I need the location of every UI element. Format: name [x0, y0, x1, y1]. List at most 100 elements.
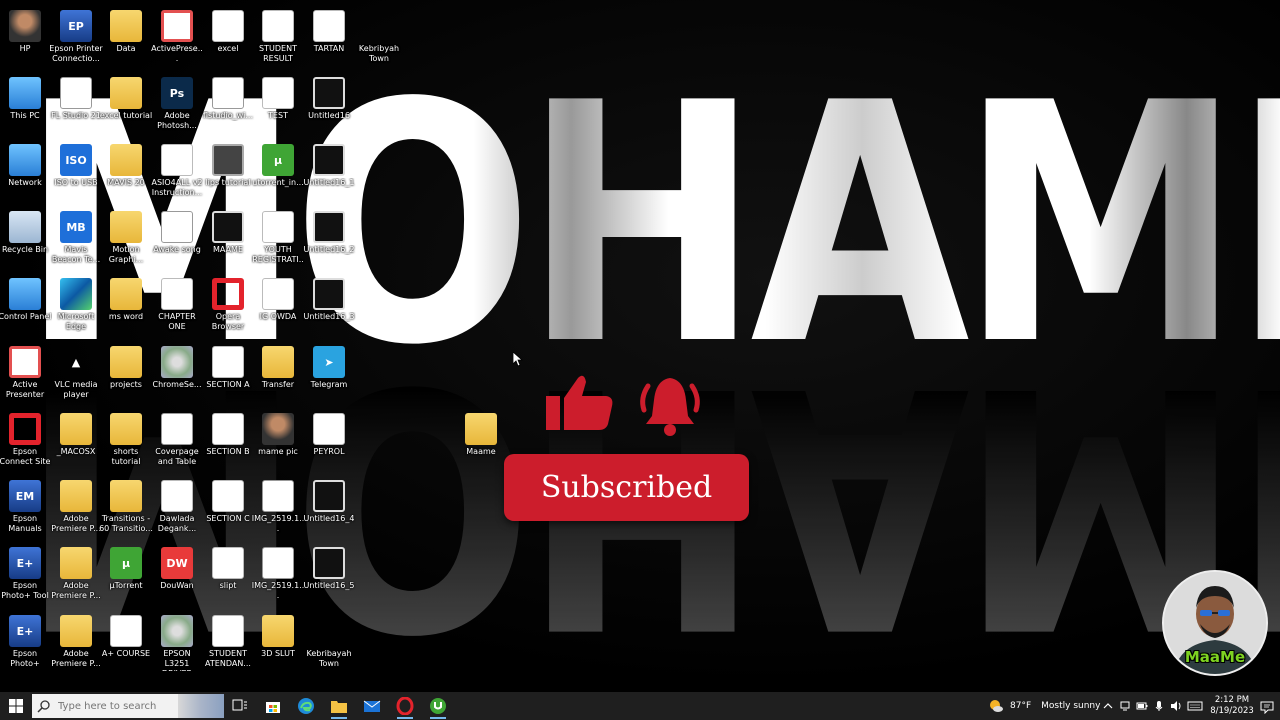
- word-icon: W: [161, 480, 193, 512]
- taskbar-file-explorer[interactable]: [323, 692, 355, 720]
- microphone-icon[interactable]: [1153, 700, 1165, 712]
- desktop-icon-adobe-premiere-p[interactable]: Adobe Premiere P...: [49, 543, 103, 609]
- desktop-icon-maame[interactable]: MAAME: [201, 207, 255, 273]
- desktop-icon-vlc-media-player[interactable]: ▲ VLC media player: [49, 342, 103, 408]
- desktop-icon-data[interactable]: Data: [99, 6, 153, 72]
- subscribe-button[interactable]: Subscribed: [504, 454, 749, 521]
- desktop-icon-epson-photo[interactable]: E+ Epson Photo+: [0, 611, 52, 677]
- desktop-icon-mame-pic[interactable]: mame pic: [251, 409, 305, 475]
- desktop-icon-test[interactable]: W TEST: [251, 73, 305, 139]
- bell-icon[interactable]: [634, 372, 706, 442]
- desktop[interactable]: MOHAMED MOHAMED HPEPEpson Printer Connec…: [0, 0, 1280, 692]
- desktop-icon-a-course[interactable]: PDF A+ COURSE: [99, 611, 153, 677]
- desktop-icon-untitled16-5[interactable]: Untitled16_5: [302, 543, 356, 609]
- desktop-icon-adobe-premiere-p[interactable]: Adobe Premiere P...: [49, 611, 103, 677]
- start-button[interactable]: [0, 692, 32, 720]
- taskbar-utorrent[interactable]: [422, 692, 454, 720]
- taskbar-app-store[interactable]: [257, 692, 289, 720]
- desktop-icon-student-result[interactable]: X STUDENT RESULT: [251, 6, 305, 72]
- desktop-icon-label: Transitions - 60 Transitio...: [99, 514, 153, 533]
- desktop-icon-untitled16[interactable]: Untitled16: [302, 73, 356, 139]
- desktop-icon-untitled16-4[interactable]: Untitled16_4: [302, 476, 356, 542]
- desktop-icon-activeprese[interactable]: a ActivePrese...: [150, 6, 204, 72]
- network-icon[interactable]: [1119, 700, 1131, 712]
- desktop-icon-transfer[interactable]: Transfer: [251, 342, 305, 408]
- desktop-icon-fl-studio-21[interactable]: FL FL Studio 21: [49, 73, 103, 139]
- desktop-icon-epson-l3251-driver[interactable]: EPSON L3251 DRIVER: [150, 611, 204, 677]
- task-view-button[interactable]: [224, 692, 256, 720]
- desktop-icon-this-pc[interactable]: This PC: [0, 73, 52, 139]
- taskbar-mail[interactable]: [356, 692, 388, 720]
- desktop-icon-asio4all-v2-instruction[interactable]: PDF ASIO4ALL v2 Instruction...: [150, 140, 204, 206]
- desktop-icon-epson-connect-site[interactable]: Epson Connect Site: [0, 409, 52, 475]
- desktop-icon-flstudio-wi[interactable]: fl flstudio_wi...: [201, 73, 255, 139]
- desktop-icon-chapter-one[interactable]: PDF CHAPTER ONE: [150, 274, 204, 340]
- desktop-icon-maame[interactable]: Maame: [454, 409, 508, 475]
- desktop-icon-section-a[interactable]: W SECTION A: [201, 342, 255, 408]
- battery-icon[interactable]: [1136, 700, 1148, 712]
- desktop-icon-transitions-60-transitio[interactable]: Transitions - 60 Transitio...: [99, 476, 153, 542]
- desktop-icon-adobe-photosh[interactable]: Ps Adobe Photosh...: [150, 73, 204, 139]
- desktop-icon-section-b[interactable]: W SECTION B: [201, 409, 255, 475]
- desktop-icon-utorrent-in[interactable]: µ utorrent_in...: [251, 140, 305, 206]
- desktop-icon-network[interactable]: Network: [0, 140, 52, 206]
- desktop-icon-untitled16-1[interactable]: Untitled16_1: [302, 140, 356, 206]
- desktop-icon-motion-graphi[interactable]: Motion Graphi...: [99, 207, 153, 273]
- desktop-icon-awake-song[interactable]: ▶ Awake song: [150, 207, 204, 273]
- desktop-icon-img-2519-1[interactable]: ▶ IMG_2519.1...: [251, 476, 305, 542]
- desktop-icon-untitled16-3[interactable]: Untitled16_3: [302, 274, 356, 340]
- desktop-icon-3d-slut[interactable]: 3D SLUT: [251, 611, 305, 677]
- desktop-icon-microsoft-edge[interactable]: Microsoft Edge: [49, 274, 103, 340]
- chevron-up-icon[interactable]: [1102, 700, 1114, 712]
- desktop-icon-youth-registrati[interactable]: WYOUTH REGISTRATI...: [251, 207, 305, 273]
- taskbar-clock[interactable]: 2:12 PM 8/19/2023: [1210, 695, 1254, 717]
- desktop-icon-epson-printer-connectio[interactable]: EP Epson Printer Connectio...: [49, 6, 103, 72]
- speaker-icon[interactable]: [1170, 700, 1182, 712]
- desktop-icon-img-2519-1[interactable]: ▶ IMG_2519.1...: [251, 543, 305, 609]
- desktop-icon-ms-word[interactable]: ms word: [99, 274, 153, 340]
- dou-icon: DW: [161, 547, 193, 579]
- keyboard-icon[interactable]: [1187, 700, 1203, 712]
- desktop-icon-epson-photo-tool[interactable]: E+ Epson Photo+ Tool: [0, 543, 52, 609]
- taskbar-opera[interactable]: [389, 692, 421, 720]
- desktop-icon-kebribyah-town[interactable]: Kebribyah Town: [352, 6, 406, 72]
- desktop-icon-coverpage-and-table[interactable]: ▬ Coverpage and Table: [150, 409, 204, 475]
- desktop-icon-control-panel[interactable]: Control Panel: [0, 274, 52, 340]
- desktop-icon-epson-manuals[interactable]: EM Epson Manuals: [0, 476, 52, 542]
- desktop-icon-untitled16-2[interactable]: Untitled16_2: [302, 207, 356, 273]
- desktop-icon-douwan[interactable]: DW DouWan: [150, 543, 204, 609]
- desktop-icon-student-atendan[interactable]: X STUDENT ATENDAN...: [201, 611, 255, 677]
- taskbar-edge[interactable]: [290, 692, 322, 720]
- desktop-icon-macosx[interactable]: _MACOSX: [49, 409, 103, 475]
- desktop-icon-label: Mavis Beacon Te...: [51, 245, 101, 264]
- desktop-icon-telegram[interactable]: ➤ Telegram: [302, 342, 356, 408]
- desktop-icon-peyrol[interactable]: X PEYROL: [302, 409, 356, 475]
- desktop-icon-mavis-beacon-te[interactable]: MB Mavis Beacon Te...: [49, 207, 103, 273]
- notification-button[interactable]: [1260, 699, 1274, 718]
- desktop-icon-section-c[interactable]: W SECTION C: [201, 476, 255, 542]
- desktop-icon-opera-browser[interactable]: Opera Browser: [201, 274, 255, 340]
- desktop-icon-adobe-premiere-p[interactable]: Adobe Premiere P...: [49, 476, 103, 542]
- desktop-icon-tartan[interactable]: W TARTAN: [302, 6, 356, 72]
- taskbar-search[interactable]: [32, 694, 224, 718]
- desktop-icon-active-presenter[interactable]: a Active Presenter: [0, 342, 52, 408]
- desktop-icon-kebribayah-town[interactable]: Kebribayah Town: [302, 611, 356, 677]
- desktop-icon-excel[interactable]: Xexcel: [201, 6, 255, 72]
- weather-widget[interactable]: 87°F Mostly sunny: [988, 692, 1100, 720]
- thumbs-up-icon[interactable]: [544, 372, 616, 438]
- desktop-icon-excel-tutorial[interactable]: excel tutorial: [99, 73, 153, 139]
- desktop-icon-hp[interactable]: HP: [0, 6, 52, 72]
- desktop-icon-projects[interactable]: projects: [99, 342, 153, 408]
- desktop-icon-slipt[interactable]: Wslipt: [201, 543, 255, 609]
- desktop-icon-mavis-20[interactable]: MAVIS 20: [99, 140, 153, 206]
- desktop-icon-iso-to-usb[interactable]: ISO ISO to USB: [49, 140, 103, 206]
- desktop-icon-shorts-tutorial[interactable]: shorts tutorial: [99, 409, 153, 475]
- desktop-icon-lips-tutorial[interactable]: lips tutorial: [201, 140, 255, 206]
- desktop-icon-chromese[interactable]: ChromeSe...: [150, 342, 204, 408]
- desktop-icon-ig-owda[interactable]: W IG OWDA: [251, 274, 305, 340]
- desktop-icon-dawlada-degank[interactable]: W Dawlada Degank...: [150, 476, 204, 542]
- desktop-icon-recycle-bin[interactable]: Recycle Bin: [0, 207, 52, 273]
- white-icon: ▶: [161, 211, 193, 243]
- desktop-icon-torrent[interactable]: µ µTorrent: [99, 543, 153, 609]
- word-icon: W: [262, 77, 294, 109]
